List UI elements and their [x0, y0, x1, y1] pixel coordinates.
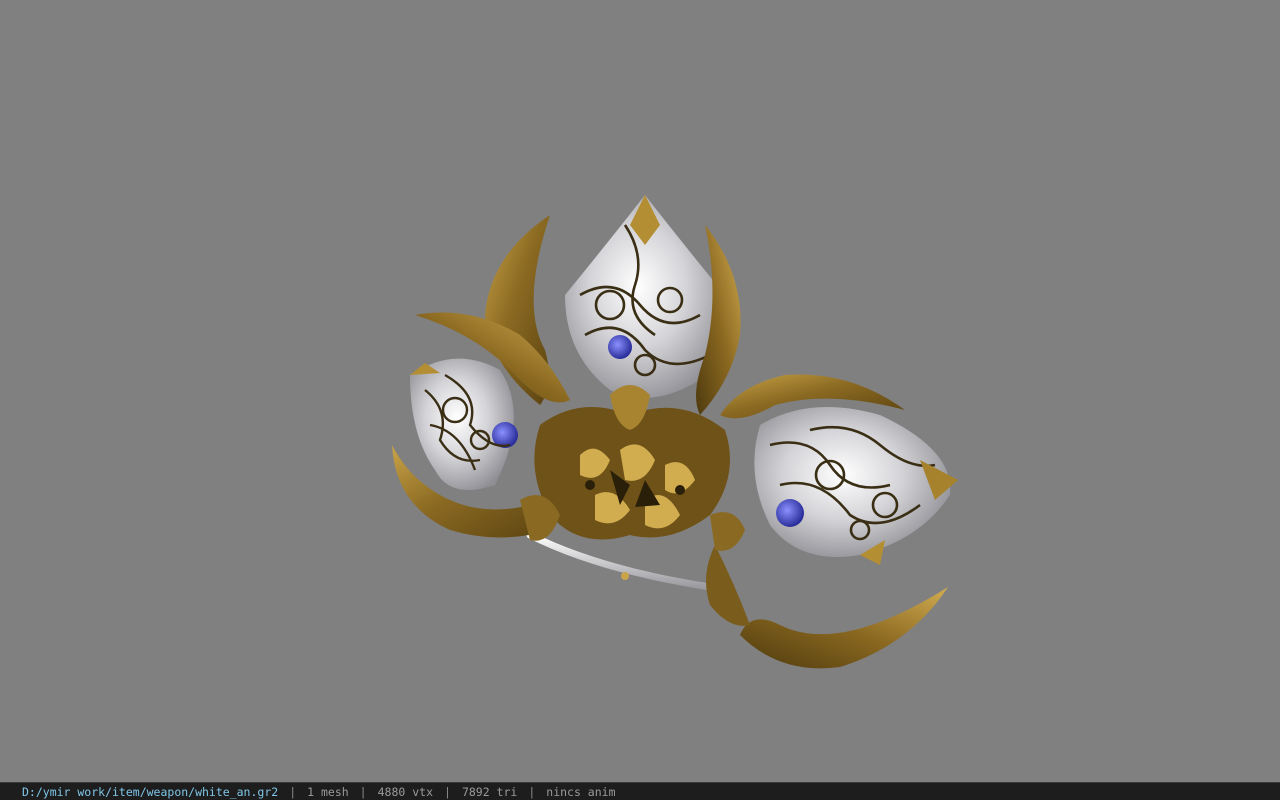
status-bar: D:/ymir work/item/weapon/white_an.gr2 | …: [0, 782, 1280, 800]
central-ornament: [520, 385, 745, 551]
mesh-count: 1 mesh: [307, 784, 349, 799]
weapon-model: [392, 195, 958, 669]
rod-ornament: [621, 572, 629, 580]
status-separator: |: [444, 784, 451, 799]
status-separator: |: [289, 784, 297, 799]
left-orb-cage: [410, 358, 518, 490]
staff-rod: [526, 531, 714, 591]
triangle-count: 7892 tri: [461, 784, 518, 799]
right-orb-cage: [754, 407, 958, 565]
vertex-count: 4880 vtx: [377, 784, 433, 799]
animation-status: nincs anim: [546, 784, 616, 799]
model-viewport[interactable]: [0, 0, 1280, 782]
status-separator: |: [528, 784, 536, 799]
status-separator: |: [359, 784, 367, 799]
file-path: D:/ymir work/item/weapon/white_an.gr2: [22, 784, 279, 799]
